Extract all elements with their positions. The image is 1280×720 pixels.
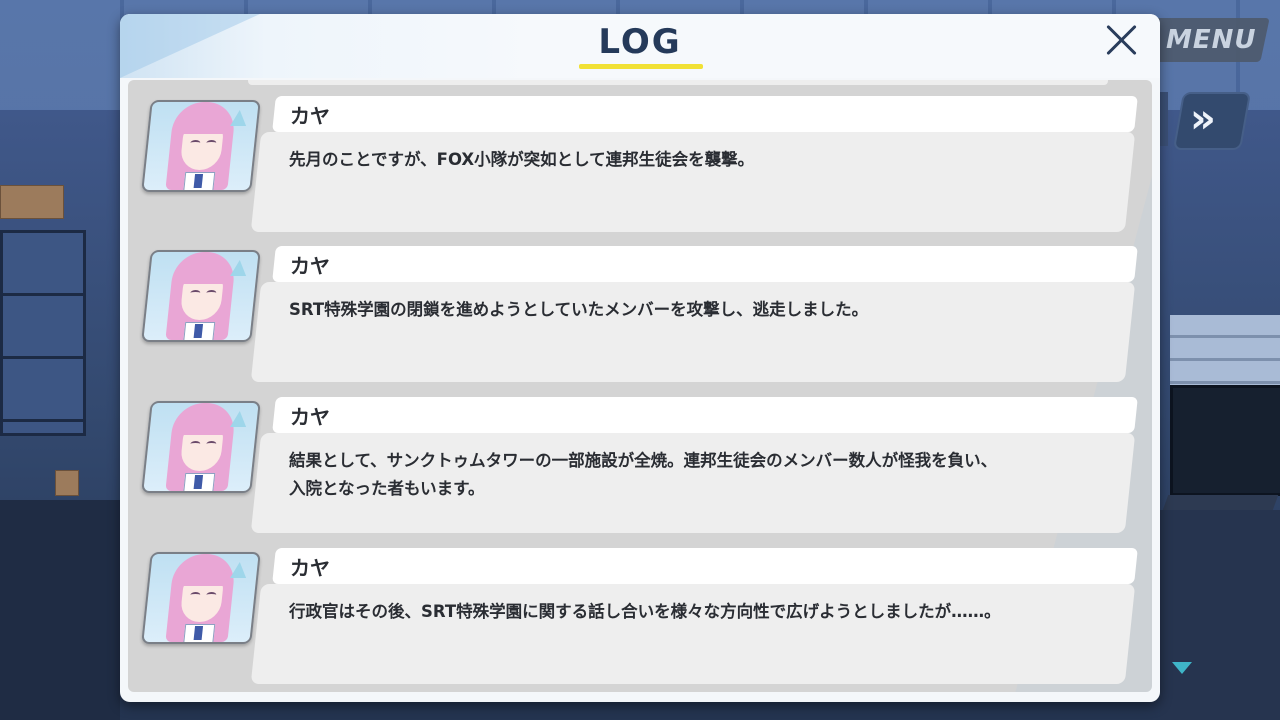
background-desk — [0, 500, 120, 720]
background-box — [0, 185, 64, 219]
log-header: LOG — [120, 14, 1160, 78]
speaker-name: カヤ — [290, 254, 330, 278]
background-box — [55, 470, 79, 496]
speaker-name: カヤ — [290, 556, 330, 580]
speaker-name: カヤ — [290, 405, 330, 429]
background-desk — [1160, 510, 1280, 720]
previous-entry-edge — [248, 80, 1108, 85]
log-list[interactable]: カヤ 先月のことですが、FOX小隊が突如として連邦生徒会を襲撃。 カヤ SRT特… — [128, 80, 1152, 692]
scroll-down-icon[interactable] — [1172, 662, 1192, 674]
dialogue-text: 先月のことですが、FOX小隊が突如として連邦生徒会を襲撃。 — [289, 150, 755, 169]
fast-forward-icon: » — [1190, 96, 1216, 142]
background-cabinet — [1170, 315, 1280, 385]
log-title: LOG — [598, 22, 682, 62]
speaker-name-bar — [272, 397, 1138, 433]
speaker-portrait — [141, 401, 261, 493]
log-entry: カヤ 先月のことですが、FOX小隊が突如として連邦生徒会を襲撃。 — [128, 94, 1152, 236]
speaker-name: カヤ — [290, 104, 330, 128]
log-entry: カヤ 結果として、サンクトゥムタワーの一部施設が全焼。連邦生徒会のメンバー数人が… — [128, 395, 1152, 537]
menu-button-label: MENU — [1166, 25, 1257, 55]
log-entry: カヤ 行政官はその後、SRT特殊学園に関する話し合いを様々な方向性で広げようとし… — [128, 546, 1152, 688]
speaker-name-bar — [272, 548, 1138, 584]
log-entry: カヤ SRT特殊学園の閉鎖を進めようとしていたメンバーを攻撃し、逃走しました。 — [128, 244, 1152, 386]
background-monitor — [1170, 385, 1280, 496]
speaker-portrait — [141, 552, 261, 644]
log-panel: LOG カヤ 先月のことですが、FOX小隊が突如として連邦生徒会を襲撃。 カヤ … — [120, 14, 1160, 702]
speaker-name-bar — [272, 246, 1138, 282]
speaker-portrait — [141, 100, 261, 192]
background-shelf — [0, 230, 86, 436]
close-icon[interactable] — [1100, 20, 1144, 64]
dialogue-text: SRT特殊学園の閉鎖を進めようとしていたメンバーを攻撃し、逃走しました。 — [289, 300, 869, 319]
dialogue-text: 結果として、サンクトゥムタワーの一部施設が全焼。連邦生徒会のメンバー数人が怪我を… — [289, 451, 998, 498]
speaker-portrait — [141, 250, 261, 342]
speaker-name-bar — [272, 96, 1138, 132]
title-underline — [579, 64, 703, 69]
dialogue-text: 行政官はその後、SRT特殊学園に関する話し合いを様々な方向性で広げようとしました… — [289, 602, 1001, 621]
